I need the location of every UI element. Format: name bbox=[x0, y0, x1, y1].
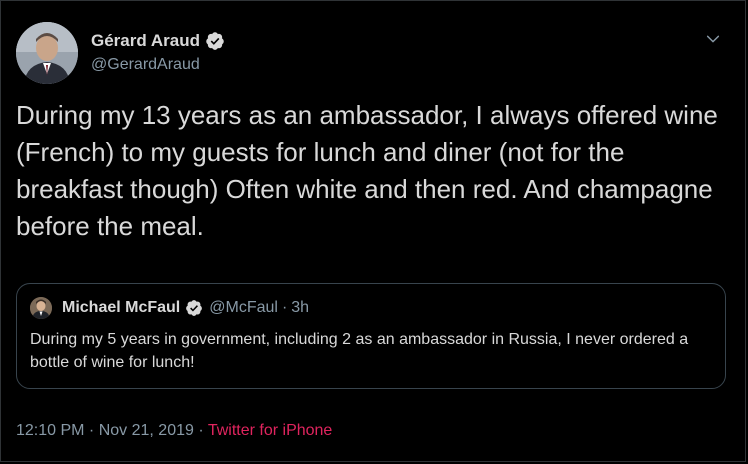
quoted-timestamp: 3h bbox=[291, 299, 310, 316]
meta-separator: · bbox=[198, 422, 204, 439]
verified-badge-icon bbox=[206, 32, 224, 50]
quoted-author-name: Michael McFaul bbox=[62, 299, 181, 316]
tweet-timestamp[interactable]: 12:10 PM · Nov 21, 2019 bbox=[16, 422, 194, 439]
quoted-tweet[interactable]: Michael McFaul @McFaul · 3h During my 5 … bbox=[16, 283, 726, 389]
quoted-verified-badge-icon bbox=[186, 300, 203, 316]
quoted-user-avatar-icon bbox=[30, 297, 52, 319]
author-name-row[interactable]: Gérard Araud bbox=[91, 30, 225, 52]
quoted-separator: · bbox=[281, 299, 288, 316]
quoted-author-handle: @McFaul bbox=[209, 299, 278, 316]
quoted-author-avatar bbox=[30, 297, 52, 319]
chevron-down-icon[interactable] bbox=[705, 31, 721, 47]
author-avatar[interactable] bbox=[16, 22, 78, 84]
tweet-source-link[interactable]: Twitter for iPhone bbox=[208, 422, 333, 439]
tweet-meta: 12:10 PM · Nov 21, 2019 · Twitter for iP… bbox=[16, 422, 332, 440]
tweet-card: Gérard Araud @GerardAraud During my 13 y… bbox=[0, 0, 746, 462]
user-avatar-icon bbox=[16, 22, 78, 84]
author-handle[interactable]: @GerardAraud bbox=[91, 56, 200, 74]
author-display-name[interactable]: Gérard Araud bbox=[91, 31, 200, 51]
quoted-author-row: Michael McFaul @McFaul · 3h bbox=[62, 298, 309, 318]
tweet-text: During my 13 years as an ambassador, I a… bbox=[16, 100, 718, 241]
quoted-tweet-text: During my 5 years in government, includi… bbox=[30, 331, 689, 371]
